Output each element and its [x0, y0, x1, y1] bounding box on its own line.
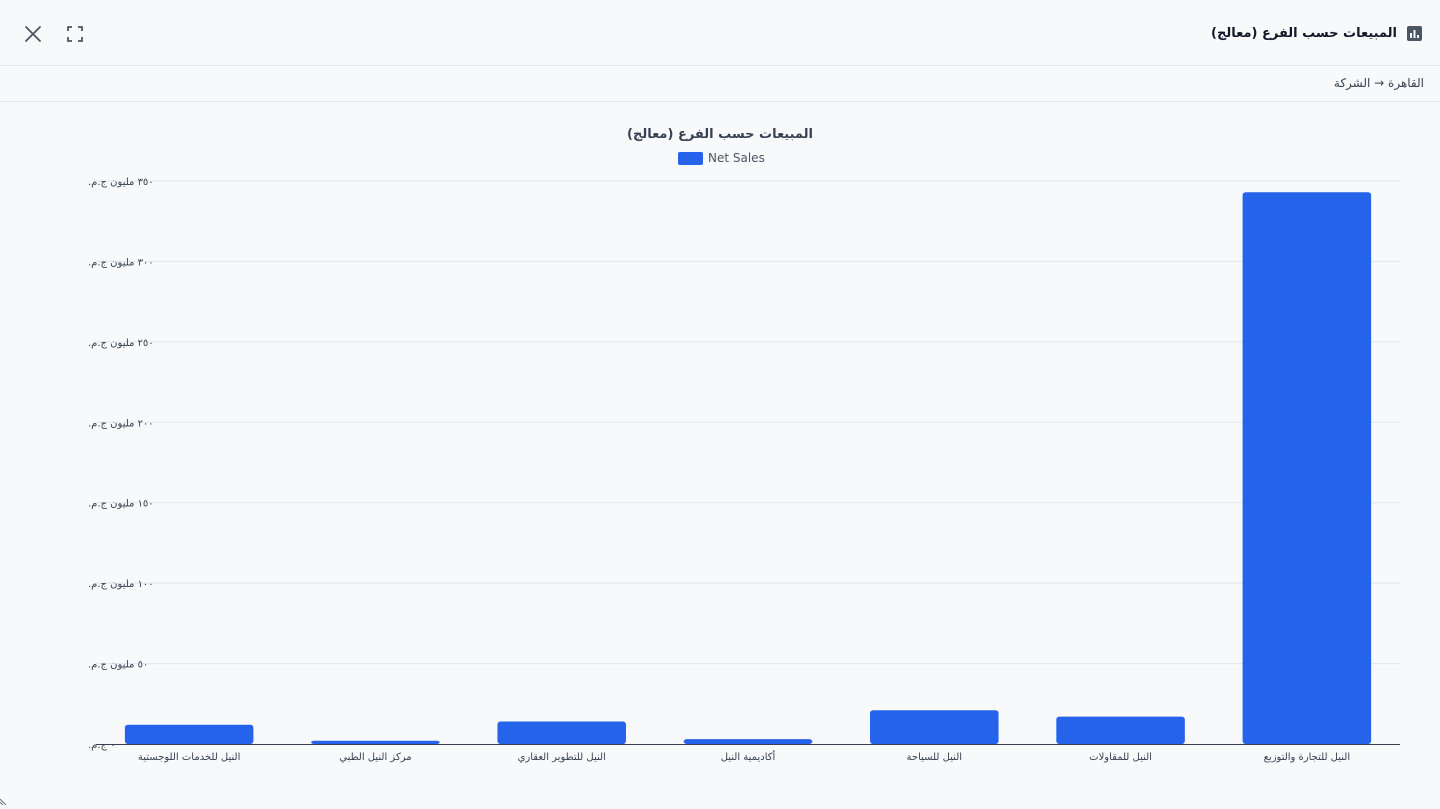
bar-chart-icon	[1407, 26, 1422, 41]
page-title: المبيعات حسب الفرع (معالج)	[1211, 26, 1397, 41]
bar[interactable]	[311, 741, 440, 744]
bar[interactable]	[1056, 717, 1185, 744]
breadcrumb-bar: القاهرة → الشركة	[0, 66, 1440, 102]
bar[interactable]	[684, 739, 813, 744]
fullscreen-icon	[67, 26, 83, 42]
bar[interactable]	[497, 721, 626, 744]
breadcrumb: القاهرة → الشركة	[1334, 76, 1424, 90]
bar[interactable]	[1243, 192, 1372, 744]
x-tick-label: النيل للسياحة	[907, 752, 963, 763]
y-tick-label: ١٥٠ مليون ج.م.	[88, 499, 154, 510]
x-tick-label: النيل للمقاولات	[1089, 752, 1152, 763]
y-tick-label: ٣٥٠ مليون ج.م.	[88, 177, 154, 188]
y-tick-label: ٥٠ مليون ج.م.	[88, 660, 148, 671]
resize-grip[interactable]	[0, 790, 10, 800]
x-tick-label: النيل للخدمات اللوجستية	[138, 752, 240, 763]
close-icon	[24, 25, 42, 43]
y-tick-label: ١٠٠ مليون ج.م.	[88, 579, 154, 590]
legend-label: Net Sales	[708, 151, 765, 165]
title-group: المبيعات حسب الفرع (معالج)	[1211, 22, 1422, 44]
bar-chart: المبيعات حسب الفرع (معالج) Net Sales ٠ ج.م…	[0, 102, 1440, 800]
y-tick-label: ٢٠٠ مليون ج.م.	[88, 418, 154, 429]
chart-area: المبيعات حسب الفرع (معالج) Net Sales ٠ ج.م…	[0, 102, 1440, 800]
x-tick-label: مركز النيل الطبي	[339, 752, 411, 763]
modal-header: المبيعات حسب الفرع (معالج)	[0, 0, 1440, 66]
bar[interactable]	[125, 725, 254, 744]
close-button[interactable]	[20, 21, 46, 47]
bar[interactable]	[870, 710, 999, 744]
chart-title: المبيعات حسب الفرع (معالج)	[627, 127, 813, 142]
y-tick-label: ٠ ج.م.	[88, 740, 116, 751]
y-tick-label: ٢٥٠ مليون ج.م.	[88, 338, 154, 349]
legend[interactable]: Net Sales	[678, 151, 765, 165]
fullscreen-button[interactable]	[62, 21, 88, 47]
y-tick-label: ٣٠٠ مليون ج.م.	[88, 257, 154, 268]
x-tick-label: أكاديمية النيل	[721, 750, 776, 763]
x-tick-label: النيل للتجارة والتوزيع	[1264, 752, 1351, 763]
legend-swatch	[678, 152, 703, 165]
x-tick-label: النيل للتطوير العقاري	[518, 752, 606, 763]
